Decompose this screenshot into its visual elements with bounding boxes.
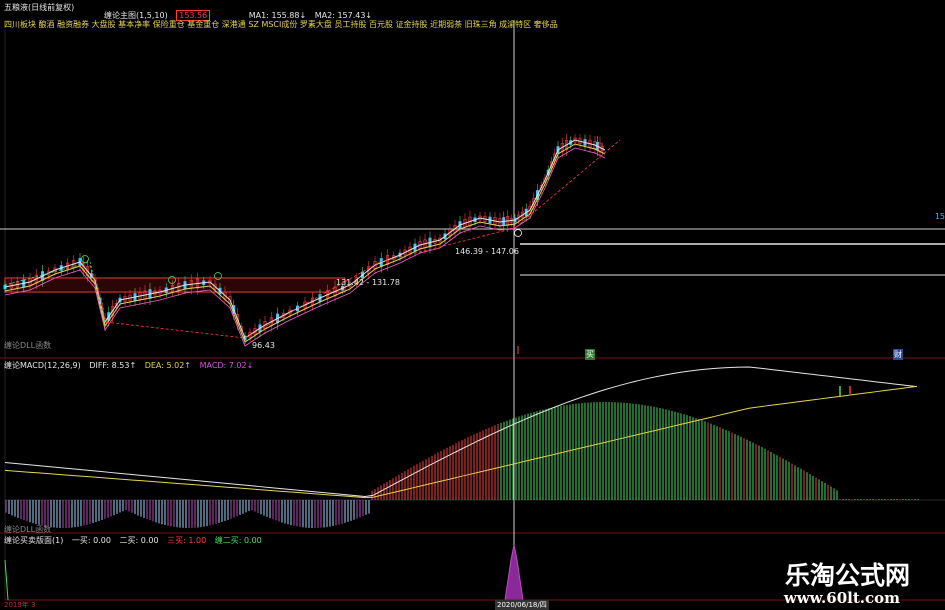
macd-dll-label: 缠论DLL函数 (4, 525, 52, 534)
bi-stroke-dashed (89, 139, 621, 339)
kline-chart-canvas[interactable] (0, 0, 945, 609)
watermark-title: 乐淘公式网 (784, 561, 910, 590)
low-price-label: 96.43 (252, 341, 275, 350)
buy-panel-header: 缠论买卖版面(1) 一买: 0.00 二买: 0.00 三买: 1.00 缠二买… (4, 536, 268, 546)
buy-panel-title[interactable]: 缠论买卖版面(1) (4, 536, 63, 545)
right-axis-tick: 15 (934, 212, 945, 221)
main-dll-label: 缠论DLL函数 (4, 341, 52, 350)
san-mai-value: 三买: 1.00 (167, 536, 207, 545)
macd-title[interactable]: 缠论MACD(12,26,9) (4, 361, 81, 370)
macd-diff: DIFF: 8.53↑ (89, 361, 137, 370)
price-range-label-lower: 131.42 - 131.78 (336, 278, 400, 287)
macd-value: MACD: 7.02↓ (199, 361, 254, 370)
price-range-label-upper: 146.39 - 147.06 (455, 247, 519, 256)
yi-mai-value: 一买: 0.00 (71, 536, 111, 545)
watermark-url: www.60lt.com (783, 589, 900, 607)
marker-circle (514, 229, 522, 237)
er-mai-value: 二买: 0.00 (119, 536, 159, 545)
sell-signal-tag: 财 (893, 349, 903, 360)
macd-dea: DEA: 5.02↑ (144, 361, 192, 370)
sanmai-spike (504, 544, 524, 601)
macd-header: 缠论MACD(12,26,9) DIFF: 8.53↑ DEA: 5.02↑ M… (4, 361, 259, 371)
lei-er-mai-value: 缠二买: 0.00 (214, 536, 262, 545)
buy-signal-tag: 买 (585, 349, 595, 360)
marker-circle (81, 255, 89, 263)
